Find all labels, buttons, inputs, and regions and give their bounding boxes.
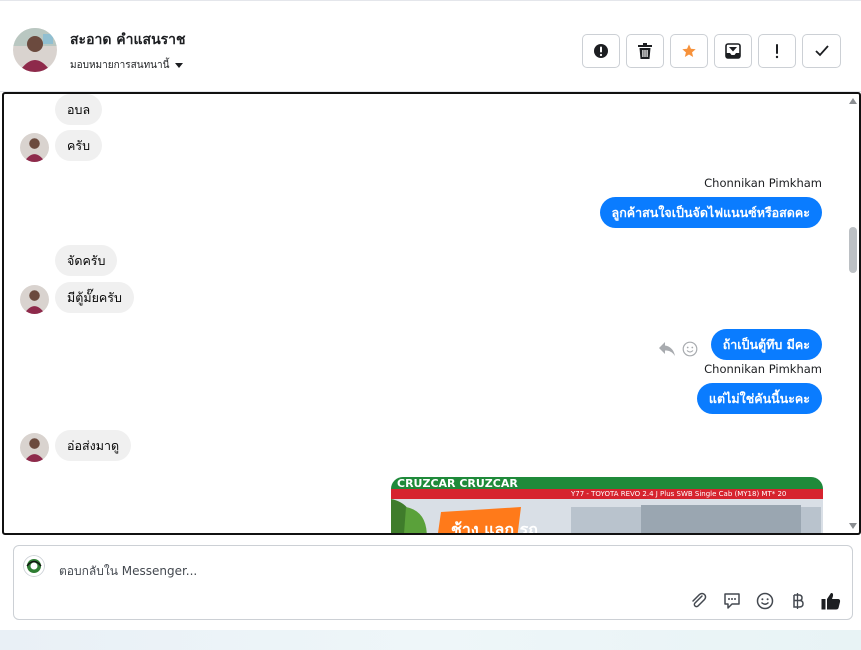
scroll-up-arrow-icon[interactable] [849, 98, 857, 104]
page-bottom-background [0, 630, 861, 650]
assign-conversation-dropdown[interactable]: มอบหมายการสนทนานี้ [70, 58, 184, 73]
trash-icon [638, 43, 652, 59]
incoming-message: จัดครับ [55, 245, 118, 276]
follow-up-button[interactable] [758, 34, 796, 68]
checkmark-icon [814, 45, 829, 57]
message-actions [658, 341, 698, 357]
sender-name: Chonnikan Pimkham [704, 362, 822, 376]
outgoing-message: ถ้าเป็นตู้ทึบ มีคะ [710, 329, 822, 360]
baht-payment-icon[interactable] [787, 590, 809, 612]
sender-name: Chonnikan Pimkham [704, 176, 822, 190]
outgoing-message: ลูกค้าสนใจเป็นจัดไฟแนนซ์หรือสดคะ [599, 197, 822, 228]
contact-avatar-small [20, 285, 49, 314]
archive-button[interactable] [714, 34, 752, 68]
star-icon [682, 44, 696, 57]
contact-avatar[interactable] [13, 28, 57, 72]
scroll-down-arrow-icon[interactable] [849, 523, 857, 529]
delete-button[interactable] [626, 34, 664, 68]
conversation-toolbar [582, 34, 841, 68]
conversation-header: สะอาด คำแสนราช มอบหมายการสนทนานี้ [0, 0, 861, 92]
svg-text:CRUZCAR CRUZCAR: CRUZCAR CRUZCAR [397, 477, 518, 490]
react-smiley-icon[interactable] [682, 341, 698, 357]
svg-text:ช้าง แลก รถ: ช้าง แลก รถ [451, 520, 538, 535]
contact-avatar-small [20, 433, 49, 462]
incoming-message: อบล [55, 94, 103, 125]
mark-done-button[interactable] [802, 34, 841, 68]
archive-icon [725, 43, 741, 59]
thread-scrollbar[interactable] [847, 94, 859, 533]
incoming-message: อ่อส่งมาดู [55, 430, 132, 461]
outgoing-message: แต่ไม่ใช่คันนี้นะคะ [696, 383, 822, 414]
image-attachment[interactable]: CRUZCAR CRUZCAR ช้าง แลก รถ Y77 - TOYOTA… [391, 477, 823, 535]
assign-label: มอบหมายการสนทนานี้ [70, 60, 170, 71]
contact-avatar-small [20, 133, 49, 162]
attachment-paperclip-icon[interactable] [688, 590, 710, 612]
caret-down-icon [175, 63, 184, 68]
reply-input[interactable]: ตอบกลับใน Messenger... [59, 562, 197, 581]
mark-spam-button[interactable] [582, 34, 620, 68]
star-button[interactable] [670, 34, 708, 68]
page-logo-icon [23, 555, 45, 577]
contact-name: สะอาด คำแสนราช [70, 32, 186, 48]
reply-icon[interactable] [658, 341, 676, 357]
incoming-message: ครับ [55, 130, 103, 161]
message-thread[interactable]: อบล ครับ Chonnikan Pimkham ลูกค้าสนใจเป็… [2, 92, 861, 535]
composer-actions [688, 590, 842, 612]
emoji-icon[interactable] [754, 590, 776, 612]
exclamation-icon [775, 44, 779, 59]
reply-composer[interactable]: ตอบกลับใน Messenger... [13, 545, 853, 620]
thumbs-up-icon[interactable] [820, 590, 842, 612]
incoming-message: มีตู้มั๊ยครับ [55, 282, 134, 313]
inbox-conversation-panel: สะอาด คำแสนราช มอบหมายการสนทนานี้ อบล คร… [0, 0, 861, 650]
alert-circle-icon [594, 44, 608, 58]
scroll-thumb[interactable] [849, 227, 857, 273]
saved-reply-icon[interactable] [721, 590, 743, 612]
attachment-caption: Y77 - TOYOTA REVO 2.4 J Plus SWB Single … [571, 490, 787, 498]
